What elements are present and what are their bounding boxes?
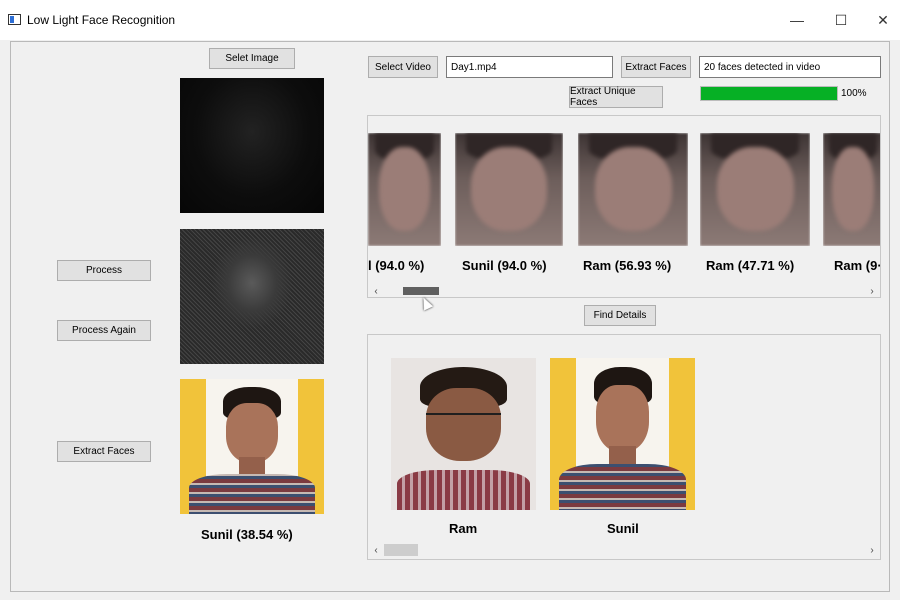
scroll-left-icon[interactable]: ‹ xyxy=(370,543,382,557)
scroll-right-icon[interactable]: › xyxy=(866,543,878,557)
extract-faces-video-button[interactable]: Extract Faces xyxy=(621,56,691,78)
face-crop[interactable] xyxy=(368,133,441,246)
minimize-button[interactable]: — xyxy=(782,6,812,34)
extract-faces-left-button[interactable]: Extract Faces xyxy=(57,441,151,462)
face-label: Ram (56.93 %) xyxy=(583,258,672,273)
result-name-ram: Ram xyxy=(449,521,478,536)
detection-status-field[interactable]: 20 faces detected in video xyxy=(699,56,881,78)
extract-unique-faces-button[interactable]: Extract Unique Faces xyxy=(569,86,663,108)
select-image-button[interactable]: Selet Image xyxy=(209,48,295,69)
result-photo-ram xyxy=(391,358,536,510)
input-image-dark xyxy=(180,78,324,213)
scroll-thumb[interactable] xyxy=(403,287,439,295)
scroll-thumb[interactable] xyxy=(384,544,418,556)
find-details-button[interactable]: Find Details xyxy=(584,305,656,326)
face-label: l (94.0 %) xyxy=(368,258,425,273)
face-crop[interactable] xyxy=(700,133,810,246)
title-bar: Low Light Face Recognition — ☐ ✕ xyxy=(0,0,900,40)
results-horizontal-scrollbar[interactable]: ‹ › xyxy=(368,543,880,557)
face-crop[interactable] xyxy=(823,133,880,246)
video-file-field[interactable]: Day1.mp4 xyxy=(446,56,613,78)
results-panel: Ram Sunil ‹ › xyxy=(367,334,881,560)
processed-image xyxy=(180,229,324,364)
face-crop[interactable] xyxy=(578,133,688,246)
progress-bar xyxy=(700,86,838,101)
enhanced-face-image xyxy=(180,379,324,514)
face-label: Sunil (94.0 %) xyxy=(462,258,547,273)
face-label: Ram (9· xyxy=(834,258,881,273)
face-crop[interactable] xyxy=(455,133,563,246)
process-again-button[interactable]: Process Again xyxy=(57,320,151,341)
image-result-label: Sunil (38.54 %) xyxy=(201,527,293,542)
progress-fill xyxy=(701,87,837,100)
window-title: Low Light Face Recognition xyxy=(27,13,176,27)
result-name-sunil: Sunil xyxy=(607,521,639,536)
maximize-button[interactable]: ☐ xyxy=(826,6,856,34)
face-label: Ram (47.71 %) xyxy=(706,258,795,273)
detected-faces-strip: l (94.0 %) Sunil (94.0 %) Ram (56.93 %) … xyxy=(367,115,881,298)
scroll-left-icon[interactable]: ‹ xyxy=(370,284,382,297)
app-icon xyxy=(8,14,21,25)
select-video-button[interactable]: Select Video xyxy=(368,56,438,78)
close-button[interactable]: ✕ xyxy=(868,6,898,34)
process-button[interactable]: Process xyxy=(57,260,151,281)
scroll-right-icon[interactable]: › xyxy=(866,284,878,297)
progress-percent-label: 100% xyxy=(841,88,867,99)
faces-horizontal-scrollbar[interactable]: ‹ › xyxy=(368,284,880,297)
result-photo-sunil xyxy=(550,358,695,510)
